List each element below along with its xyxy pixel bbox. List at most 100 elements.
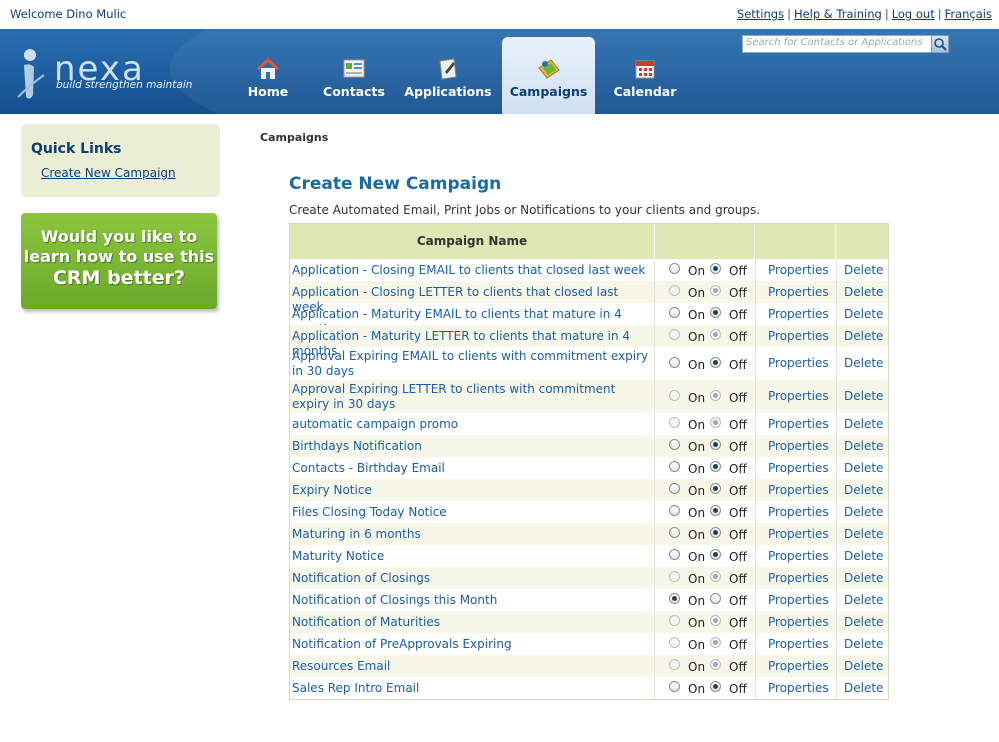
- off-radio[interactable]: [710, 390, 721, 401]
- delete-link[interactable]: Delete: [844, 615, 883, 629]
- delete-link[interactable]: Delete: [844, 593, 883, 607]
- on-radio[interactable]: [669, 615, 680, 626]
- properties-link[interactable]: Properties: [768, 659, 829, 673]
- off-radio[interactable]: [710, 615, 721, 626]
- properties-link[interactable]: Properties: [768, 505, 829, 519]
- campaign-name-link[interactable]: Notification of Closings: [292, 571, 652, 586]
- properties-link[interactable]: Properties: [768, 593, 829, 607]
- delete-link[interactable]: Delete: [844, 681, 883, 695]
- off-radio[interactable]: [710, 593, 721, 604]
- delete-link[interactable]: Delete: [844, 263, 883, 277]
- off-radio[interactable]: [710, 329, 721, 340]
- off-radio[interactable]: [710, 637, 721, 648]
- properties-link[interactable]: Properties: [768, 483, 829, 497]
- properties-link[interactable]: Properties: [768, 681, 829, 695]
- delete-link[interactable]: Delete: [844, 483, 883, 497]
- tab-home[interactable]: Home: [231, 37, 305, 114]
- on-radio[interactable]: [669, 549, 680, 560]
- tab-campaigns[interactable]: Campaigns: [502, 37, 595, 114]
- properties-link[interactable]: Properties: [768, 389, 829, 403]
- campaign-name-link[interactable]: Approval Expiring EMAIL to clients with …: [292, 349, 652, 379]
- off-radio[interactable]: [710, 527, 721, 538]
- campaign-name-link[interactable]: Approval Expiring LETTER to clients with…: [292, 382, 652, 412]
- on-radio[interactable]: [669, 593, 680, 604]
- delete-link[interactable]: Delete: [844, 329, 883, 343]
- properties-link[interactable]: Properties: [768, 417, 829, 431]
- properties-link[interactable]: Properties: [768, 263, 829, 277]
- campaign-name-link[interactable]: Application - Closing EMAIL to clients t…: [292, 263, 652, 278]
- logout-link[interactable]: Log out: [892, 7, 935, 21]
- language-link[interactable]: Français: [945, 7, 992, 21]
- on-radio[interactable]: [669, 681, 680, 692]
- on-radio[interactable]: [669, 390, 680, 401]
- campaign-name-link[interactable]: Contacts - Birthday Email: [292, 461, 652, 476]
- off-radio[interactable]: [710, 285, 721, 296]
- on-radio[interactable]: [669, 461, 680, 472]
- off-radio[interactable]: [710, 549, 721, 560]
- properties-link[interactable]: Properties: [768, 461, 829, 475]
- crm-training-banner[interactable]: Would you like to learn how to use this …: [21, 213, 217, 309]
- campaign-name-link[interactable]: Maturity Notice: [292, 549, 652, 564]
- campaign-name-link[interactable]: Birthdays Notification: [292, 439, 652, 454]
- campaign-name-link[interactable]: Expiry Notice: [292, 483, 652, 498]
- on-radio[interactable]: [669, 571, 680, 582]
- campaign-name-link[interactable]: Resources Email: [292, 659, 652, 674]
- off-radio[interactable]: [710, 417, 721, 428]
- properties-link[interactable]: Properties: [768, 615, 829, 629]
- off-radio[interactable]: [710, 357, 721, 368]
- on-radio[interactable]: [669, 417, 680, 428]
- delete-link[interactable]: Delete: [844, 389, 883, 403]
- delete-link[interactable]: Delete: [844, 285, 883, 299]
- off-radio[interactable]: [710, 483, 721, 494]
- settings-link[interactable]: Settings: [737, 7, 784, 21]
- off-radio[interactable]: [710, 461, 721, 472]
- on-radio[interactable]: [669, 637, 680, 648]
- on-radio[interactable]: [669, 439, 680, 450]
- properties-link[interactable]: Properties: [768, 637, 829, 651]
- delete-link[interactable]: Delete: [844, 571, 883, 585]
- properties-link[interactable]: Properties: [768, 329, 829, 343]
- on-radio[interactable]: [669, 483, 680, 494]
- properties-link[interactable]: Properties: [768, 356, 829, 370]
- delete-link[interactable]: Delete: [844, 356, 883, 370]
- campaign-name-link[interactable]: Notification of Closings this Month: [292, 593, 652, 608]
- off-radio[interactable]: [710, 505, 721, 516]
- nexa-logo[interactable]: nexa build strengthen maintain: [16, 43, 196, 103]
- search-input[interactable]: Search for Contacts or Applications: [742, 35, 936, 53]
- campaign-name-link[interactable]: Notification of Maturities: [292, 615, 652, 630]
- delete-link[interactable]: Delete: [844, 439, 883, 453]
- search-button[interactable]: [931, 35, 949, 53]
- tab-applications[interactable]: Applications: [403, 37, 493, 114]
- campaign-name-link[interactable]: Maturing in 6 months: [292, 527, 652, 542]
- on-radio[interactable]: [669, 329, 680, 340]
- help-training-link[interactable]: Help & Training: [794, 7, 882, 21]
- delete-link[interactable]: Delete: [844, 505, 883, 519]
- off-radio[interactable]: [710, 263, 721, 274]
- properties-link[interactable]: Properties: [768, 527, 829, 541]
- delete-link[interactable]: Delete: [844, 527, 883, 541]
- on-radio[interactable]: [669, 285, 680, 296]
- on-radio[interactable]: [669, 659, 680, 670]
- tab-calendar[interactable]: Calendar: [603, 37, 687, 114]
- tab-contacts[interactable]: Contacts: [315, 37, 393, 114]
- on-radio[interactable]: [669, 357, 680, 368]
- properties-link[interactable]: Properties: [768, 307, 829, 321]
- campaign-name-link[interactable]: automatic campaign promo: [292, 417, 652, 432]
- properties-link[interactable]: Properties: [768, 285, 829, 299]
- off-radio[interactable]: [710, 439, 721, 450]
- on-radio[interactable]: [669, 505, 680, 516]
- on-radio[interactable]: [669, 527, 680, 538]
- delete-link[interactable]: Delete: [844, 417, 883, 431]
- delete-link[interactable]: Delete: [844, 659, 883, 673]
- campaign-name-link[interactable]: Notification of PreApprovals Expiring: [292, 637, 652, 652]
- properties-link[interactable]: Properties: [768, 439, 829, 453]
- off-radio[interactable]: [710, 571, 721, 582]
- on-radio[interactable]: [669, 263, 680, 274]
- properties-link[interactable]: Properties: [768, 571, 829, 585]
- delete-link[interactable]: Delete: [844, 549, 883, 563]
- delete-link[interactable]: Delete: [844, 461, 883, 475]
- campaign-name-link[interactable]: Files Closing Today Notice: [292, 505, 652, 520]
- delete-link[interactable]: Delete: [844, 637, 883, 651]
- off-radio[interactable]: [710, 659, 721, 670]
- campaign-name-link[interactable]: Sales Rep Intro Email: [292, 681, 652, 696]
